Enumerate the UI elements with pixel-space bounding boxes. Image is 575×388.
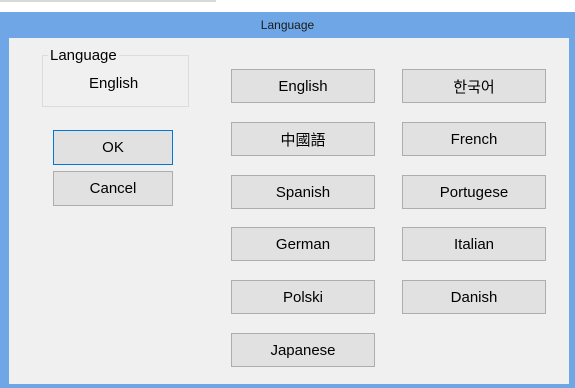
language-button-english[interactable]: English xyxy=(231,69,375,103)
language-button-polski[interactable]: Polski xyxy=(231,280,375,314)
current-language-value: English xyxy=(89,75,139,92)
title-bar: Language xyxy=(0,12,575,38)
language-group-label: Language xyxy=(48,47,119,64)
dialog-client-area: Language English OK Cancel English 中國語 S… xyxy=(9,38,569,384)
language-button-italian[interactable]: Italian xyxy=(402,227,546,261)
language-dialog: Language Language English OK Cancel Engl… xyxy=(0,12,575,388)
language-button-french[interactable]: French xyxy=(402,122,546,156)
language-button-german[interactable]: German xyxy=(231,227,375,261)
background-strip xyxy=(0,0,216,2)
language-button-japanese[interactable]: Japanese xyxy=(231,333,375,367)
language-button-chinese[interactable]: 中國語 xyxy=(231,122,375,156)
ok-button[interactable]: OK xyxy=(53,130,173,165)
language-button-spanish[interactable]: Spanish xyxy=(231,175,375,209)
language-button-danish[interactable]: Danish xyxy=(402,280,546,314)
language-button-korean[interactable]: 한국어 xyxy=(402,69,546,103)
cancel-button[interactable]: Cancel xyxy=(53,171,173,206)
window-title: Language xyxy=(260,18,315,32)
language-button-portugese[interactable]: Portugese xyxy=(402,175,546,209)
